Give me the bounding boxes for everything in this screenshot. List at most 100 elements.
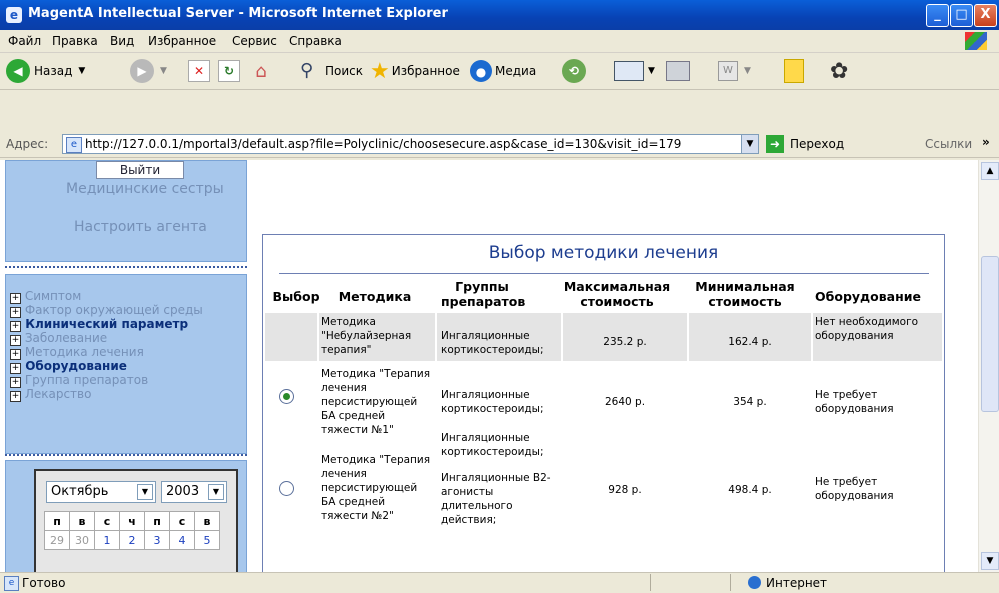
tree-list: + Симптом + Фактор окружающей среды + Кл…	[10, 290, 220, 402]
menu-help[interactable]: Справка	[289, 34, 342, 48]
calendar-day[interactable]: 5	[194, 530, 220, 550]
calendar-day[interactable]: 4	[169, 530, 195, 550]
go-arrow-icon: ➜	[766, 135, 784, 153]
mail-button[interactable]: ▼	[614, 57, 655, 85]
max-cost-cell: 2640 р.	[604, 396, 646, 408]
chevron-down-icon: ▼	[78, 66, 86, 76]
links-label[interactable]: Ссылки	[925, 137, 972, 151]
method-radio[interactable]	[279, 481, 294, 496]
search-label: Поиск	[325, 64, 364, 78]
calendar-day[interactable]: 30	[69, 530, 95, 550]
favorites-button[interactable]: ★ Избранное	[370, 57, 460, 85]
nurses-link[interactable]: Медицинские сестры	[66, 181, 224, 197]
security-zone: Интернет	[766, 576, 828, 590]
calendar-day[interactable]: 1	[94, 530, 120, 550]
forward-button[interactable]: ▶ ▼	[130, 57, 167, 85]
left-panel: Выйти Медицинские сестры Настроить агент…	[0, 160, 248, 572]
logout-button[interactable]: Выйти	[96, 161, 184, 179]
close-button[interactable]: X	[974, 4, 997, 27]
calendar-day[interactable]: 3	[144, 530, 170, 550]
tree-item[interactable]: + Оборудование	[10, 360, 220, 374]
expand-icon: +	[10, 363, 21, 374]
header-min-cost: Минимальная стоимость	[695, 279, 795, 309]
menu-favorites[interactable]: Избранное	[148, 34, 216, 48]
expand-icon: +	[10, 377, 21, 388]
page-title: Выбор методики лечения	[488, 243, 719, 263]
month-select[interactable]: Октябрь ▼	[46, 481, 156, 503]
go-button[interactable]: ➜ Переход	[766, 133, 926, 155]
scrollbar-thumb[interactable]	[981, 256, 999, 412]
home-icon: ⌂	[255, 61, 267, 82]
weekday-header: ч	[119, 511, 145, 531]
vertical-scrollbar[interactable]: ▲ ▼	[978, 160, 999, 572]
chevron-right-icon[interactable]: »	[982, 135, 990, 149]
calendar-day[interactable]: 29	[44, 530, 70, 550]
tree-item[interactable]: + Заболевание	[10, 332, 220, 346]
weekday-header: п	[44, 511, 70, 531]
minimize-button[interactable]: _	[926, 4, 949, 27]
method-cell: Методика "Терапия лечения персистирующей…	[321, 368, 431, 436]
tree-item[interactable]: + Клинический параметр	[10, 318, 220, 332]
groups-cell: Ингаляционные В2-агонисты длительного де…	[441, 472, 551, 526]
home-button[interactable]: ⌂	[250, 57, 272, 85]
address-label: Адрес:	[6, 137, 49, 151]
title-underline	[279, 273, 929, 274]
weekday-header: с	[169, 511, 195, 531]
menu-edit[interactable]: Правка	[52, 34, 98, 48]
header-select: Выбор	[272, 289, 320, 304]
address-input[interactable]: e http://127.0.0.1/mportal3/default.asp?…	[62, 134, 759, 154]
groups-cell: Ингаляционные кортикостероиды;	[441, 389, 544, 415]
header-equipment: Оборудование	[815, 289, 921, 304]
media-icon: ●	[470, 60, 492, 82]
menu-view[interactable]: Вид	[110, 34, 134, 48]
treatment-selection-panel: Выбор методики лечения Выбор Методика Гр…	[262, 234, 945, 572]
scroll-down-icon[interactable]: ▼	[981, 552, 999, 570]
calendar-day[interactable]: 2	[119, 530, 145, 550]
toolbar: ◀ Назад ▼ ▶ ▼ ✕ ↻ ⌂ ⚲ Поиск ★ Избранное …	[0, 53, 999, 90]
expand-icon: +	[10, 321, 21, 332]
chevron-down-icon: ▼	[208, 484, 224, 500]
favorites-label: Избранное	[391, 64, 460, 78]
media-button[interactable]: ● Медиа	[470, 57, 536, 85]
history-button[interactable]: ⟲	[562, 57, 586, 85]
expand-icon: +	[10, 293, 21, 304]
discuss-button[interactable]	[784, 57, 804, 85]
stop-button[interactable]: ✕	[188, 57, 210, 85]
search-button[interactable]: ⚲ Поиск	[300, 57, 363, 85]
edit-button[interactable]: W ▼	[718, 57, 751, 85]
print-button[interactable]	[666, 57, 690, 85]
refresh-icon: ↻	[218, 60, 240, 82]
stop-icon: ✕	[188, 60, 210, 82]
equipment-cell: Не требует оборудования	[815, 389, 894, 415]
chevron-down-icon: ▼	[160, 66, 167, 76]
year-select[interactable]: 2003 ▼	[161, 481, 227, 503]
max-cost-cell: 235.2 р.	[603, 336, 647, 348]
back-label: Назад	[34, 64, 73, 78]
tree-item[interactable]: + Группа препаратов	[10, 374, 220, 388]
maximize-button[interactable]: □	[950, 4, 973, 27]
min-cost-cell: 354 р.	[733, 396, 767, 408]
menu-file[interactable]: Файл	[8, 34, 41, 48]
menu-tools[interactable]: Сервис	[232, 34, 277, 48]
menu-bar: Файл Правка Вид Избранное Сервис Справка	[0, 30, 999, 53]
note-icon	[784, 59, 804, 83]
tree-item[interactable]: + Фактор окружающей среды	[10, 304, 220, 318]
address-dropdown-icon[interactable]: ▼	[741, 135, 758, 153]
weekday-header: с	[94, 511, 120, 531]
window-title: MagentA Intellectual Server - Microsoft …	[28, 6, 448, 21]
scroll-up-icon[interactable]: ▲	[981, 162, 999, 180]
calendar-panel: Октябрь ▼ 2003 ▼ п в с ч п с в 29 30 1 2…	[5, 460, 247, 572]
messenger-button[interactable]: ✿	[830, 57, 848, 85]
tree-item[interactable]: + Методика лечения	[10, 346, 220, 360]
divider	[687, 313, 689, 361]
divider	[5, 266, 247, 270]
min-cost-cell: 162.4 р.	[728, 336, 772, 348]
calendar: Октябрь ▼ 2003 ▼ п в с ч п с в 29 30 1 2…	[34, 469, 238, 572]
configure-agent-link[interactable]: Настроить агента	[74, 219, 207, 235]
refresh-button[interactable]: ↻	[218, 57, 240, 85]
tree-item[interactable]: + Симптом	[10, 290, 220, 304]
back-button[interactable]: ◀ Назад ▼	[6, 57, 85, 85]
tree-item[interactable]: + Лекарство	[10, 388, 220, 402]
method-radio[interactable]	[279, 389, 294, 404]
calendar-grid: п в с ч п с в 29 30 1 2 3 4 5	[44, 511, 220, 550]
